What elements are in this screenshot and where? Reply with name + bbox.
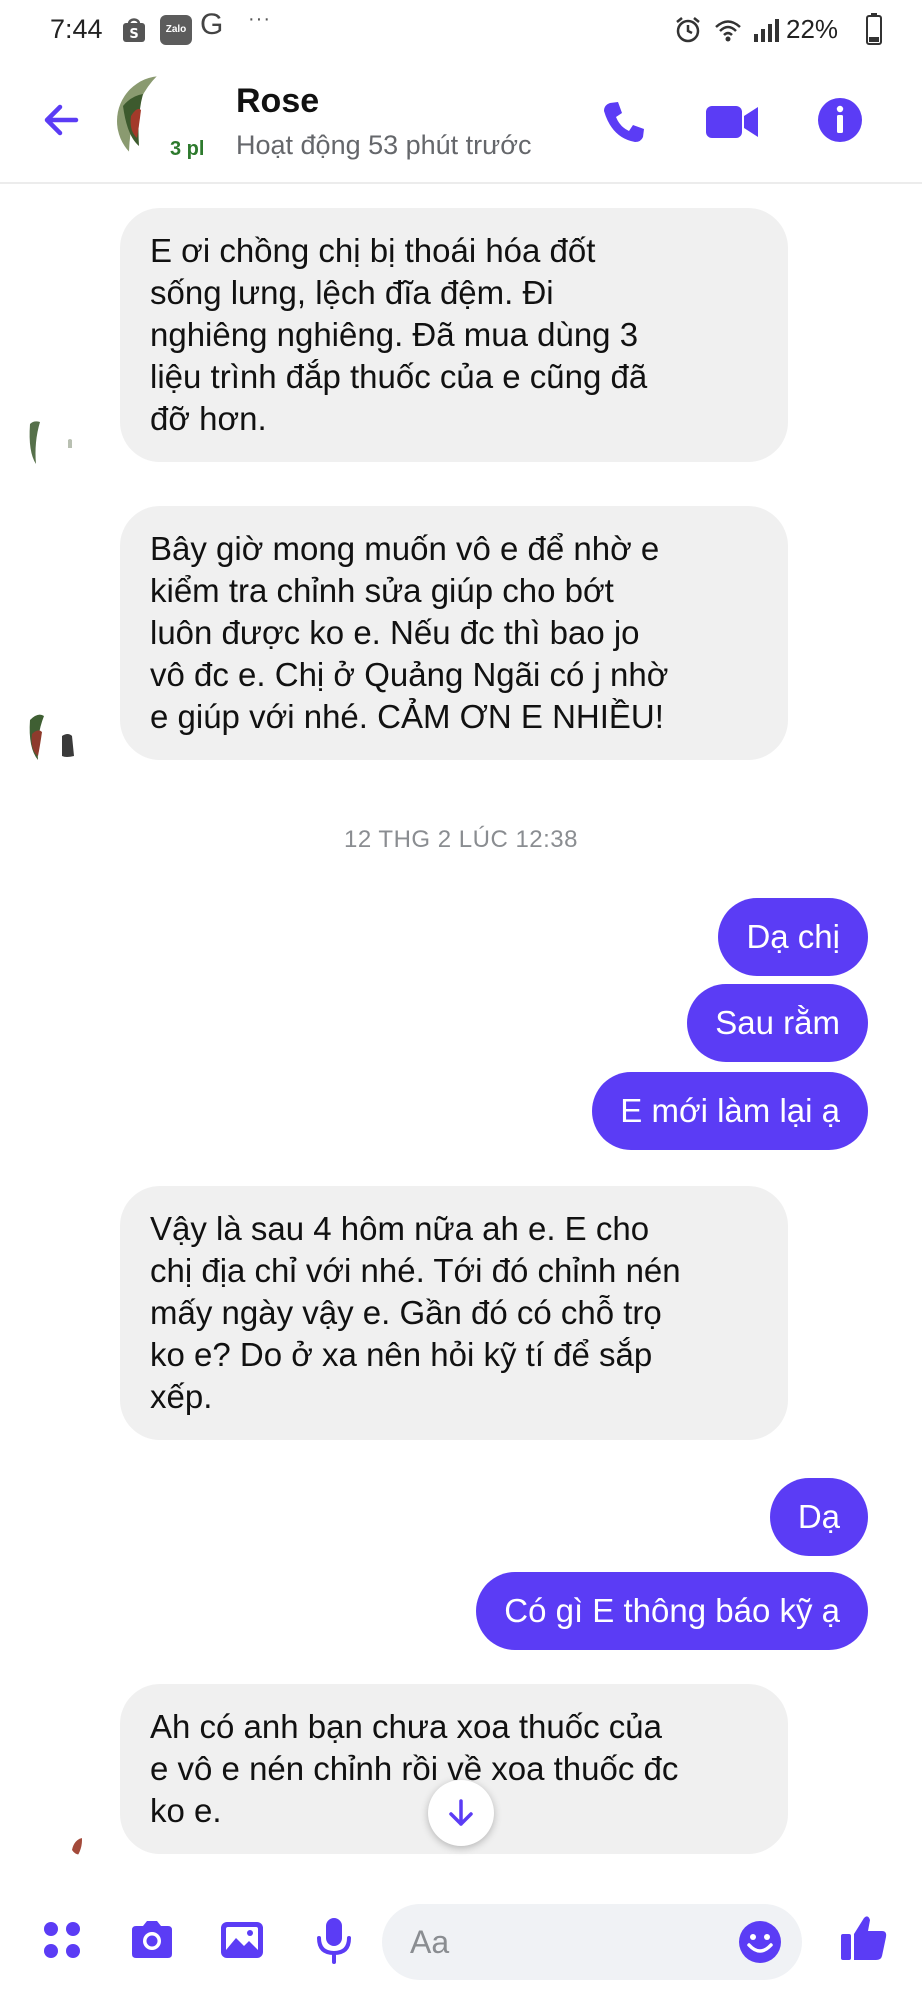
- sent-message-bubble[interactable]: Dạ chị: [718, 898, 868, 976]
- sent-message-bubble[interactable]: E mới làm lại ạ: [592, 1072, 868, 1150]
- camera-icon[interactable]: [128, 1916, 176, 1964]
- status-bar: 7:44 S Zalo G ··· 22%: [0, 0, 922, 62]
- sent-message-bubble[interactable]: Có gì E thông báo kỹ ạ: [476, 1572, 868, 1650]
- info-icon[interactable]: [816, 96, 864, 144]
- signal-icon: [754, 19, 779, 42]
- battery-percent: 22%: [786, 14, 839, 44]
- phone-call-icon[interactable]: [600, 98, 648, 146]
- shopee-icon: S: [123, 18, 145, 42]
- scroll-to-bottom-button[interactable]: [428, 1780, 494, 1846]
- zalo-icon: Zalo: [160, 15, 192, 45]
- battery-icon: [866, 13, 882, 45]
- thumbs-up-icon[interactable]: [838, 1912, 890, 1964]
- message-timestamp: 12 THG 2 LÚC 12:38: [343, 826, 578, 853]
- gallery-icon[interactable]: [218, 1916, 266, 1964]
- message-bubble[interactable]: Vậy là sau 4 hôm nữa ah e. E cho chị địa…: [120, 1186, 788, 1440]
- status-time: 7:44: [50, 14, 103, 44]
- sent-message-bubble[interactable]: Sau rằm: [687, 984, 868, 1062]
- sender-avatar[interactable]: [22, 412, 82, 472]
- contact-active-status: Hoạt động 53 phút trước: [236, 130, 532, 160]
- back-arrow-icon[interactable]: [36, 94, 88, 146]
- sender-avatar[interactable]: [22, 1810, 82, 1870]
- sent-message-bubble[interactable]: Dạ: [769, 1478, 868, 1556]
- sender-avatar[interactable]: [22, 706, 82, 766]
- alarm-icon: [676, 17, 700, 43]
- message-bubble[interactable]: Bây giờ mong muốn vô e để nhờ e kiểm tra…: [120, 506, 788, 760]
- header-divider: [0, 182, 922, 184]
- arrow-down-icon: [449, 1799, 473, 1826]
- svg-text:S: S: [129, 27, 138, 42]
- microphone-icon[interactable]: [310, 1916, 358, 1964]
- emoji-icon[interactable]: [738, 1920, 782, 1964]
- more-notifications-icon: ···: [248, 8, 271, 30]
- messenger-chat-screen: 7:44 S Zalo G ··· 22% 3 pl Rose Hoạt độn…: [0, 0, 922, 1998]
- wifi-icon: [715, 20, 741, 42]
- contact-name[interactable]: Rose: [236, 82, 319, 121]
- avatar-badge: 3 pl: [168, 138, 207, 160]
- message-composer: [0, 1890, 922, 1998]
- google-icon: G: [200, 8, 224, 41]
- more-actions-icon[interactable]: [38, 1916, 86, 1964]
- message-bubble[interactable]: E ơi chồng chị bị thoái hóa đốt sống lưn…: [120, 208, 788, 462]
- video-call-icon[interactable]: [704, 102, 760, 142]
- chat-header: 3 pl Rose Hoạt động 53 phút trước: [0, 62, 922, 184]
